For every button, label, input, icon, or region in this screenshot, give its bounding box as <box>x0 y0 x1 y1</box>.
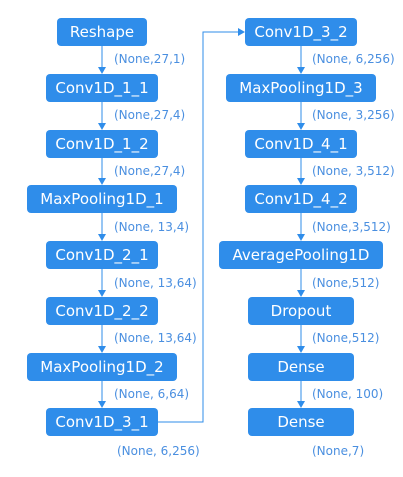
node-dense-2: Dense <box>248 408 354 436</box>
shape-label-conv1d-2-1-out: (None, 13,64) <box>114 276 197 290</box>
node-dropout: Dropout <box>248 297 354 325</box>
node-conv1d-2-1: Conv1D_2_1 <box>46 241 158 269</box>
shape-label-conv1d-3-2-out: (None, 6,256) <box>312 52 395 66</box>
node-reshape: Reshape <box>57 18 147 46</box>
node-conv1d-4-1: Conv1D_4_1 <box>245 130 357 158</box>
shape-label-avgpool-out: (None,512) <box>312 276 380 290</box>
shape-label-conv1d-3-1-out: (None, 6,256) <box>117 444 200 458</box>
shape-label-dense-1-out: (None, 100) <box>312 387 384 401</box>
node-maxpooling1d-2: MaxPooling1D_2 <box>27 353 177 381</box>
node-maxpooling1d-1: MaxPooling1D_1 <box>27 185 177 213</box>
node-conv1d-1-2: Conv1D_1_2 <box>46 130 158 158</box>
shape-label-conv1d-4-2-out: (None,3,512) <box>312 220 391 234</box>
shape-label-conv1d-2-2-out: (None, 13,64) <box>114 331 197 345</box>
node-conv1d-3-2: Conv1D_3_2 <box>245 18 357 46</box>
node-conv1d-3-1: Conv1D_3_1 <box>46 408 158 436</box>
shape-label-conv1d-4-1-out: (None, 3,512) <box>312 164 395 178</box>
shape-label-conv1d-1-2-out: (None,27,4) <box>114 164 186 178</box>
shape-label-maxpool-3-out: (None, 3,256) <box>312 108 395 122</box>
shape-label-dropout-out: (None,512) <box>312 331 380 345</box>
node-conv1d-1-1: Conv1D_1_1 <box>46 74 158 102</box>
node-averagepooling1d: AveragePooling1D <box>219 241 383 269</box>
shape-label-conv1d-1-1-out: (None,27,4) <box>114 108 186 122</box>
node-conv1d-4-2: Conv1D_4_2 <box>245 185 357 213</box>
shape-label-dense-2-out: (None,7) <box>312 444 365 458</box>
shape-label-maxpool-1-out: (None, 13,4) <box>114 220 190 234</box>
edges-layer <box>98 28 305 423</box>
node-maxpooling1d-3: MaxPooling1D_3 <box>226 74 376 102</box>
shape-label-maxpool-2-out: (None, 6,64) <box>114 387 190 401</box>
node-dense-1: Dense <box>248 353 354 381</box>
node-conv1d-2-2: Conv1D_2_2 <box>46 297 158 325</box>
shape-label-reshape-out: (None,27,1) <box>114 52 186 66</box>
